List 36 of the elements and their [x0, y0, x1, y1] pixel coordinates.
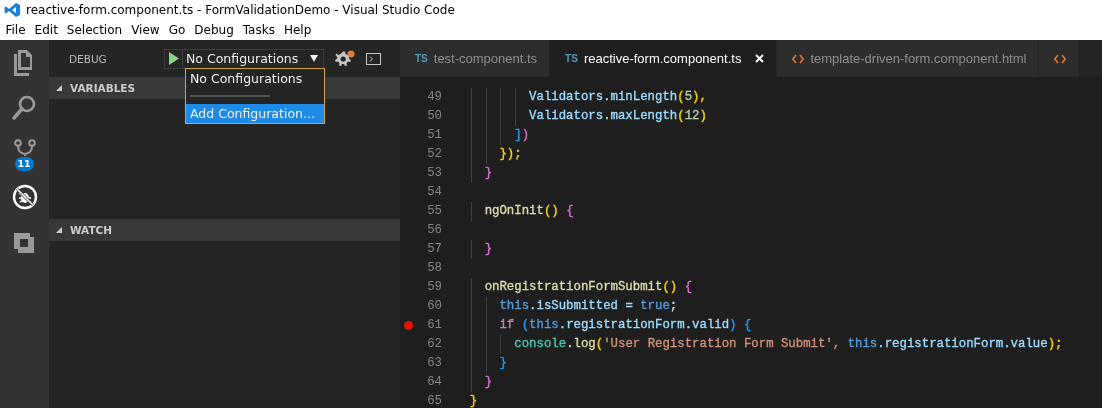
line-number: 59: [426, 279, 442, 296]
line-number: 56: [426, 222, 442, 239]
panel-title: DEBUG: [69, 52, 108, 65]
line-number: 53: [426, 165, 442, 182]
file-type-label: TS: [415, 53, 428, 64]
code-line: }: [483, 241, 493, 258]
line-number: 63: [426, 355, 442, 372]
code-line: }: [468, 393, 478, 408]
line-number: 62: [426, 336, 442, 353]
line-number: 55: [426, 203, 442, 220]
line-number: 65: [426, 393, 442, 408]
code-line: Validators.minLength(5),: [528, 89, 707, 106]
code-line: }: [483, 374, 493, 391]
notification-badge: 11: [14, 157, 34, 171]
code-line: Validators.maxLength(12): [528, 108, 707, 125]
line-number: 57: [426, 241, 442, 258]
code-line: onRegistrationFormSubmit() {: [483, 279, 693, 296]
code-line: if (this.registrationForm.valid) {: [498, 317, 752, 334]
code-line: this.isSubmitted = true;: [498, 298, 678, 315]
line-number: 64: [426, 374, 442, 391]
code-line: }: [498, 355, 507, 372]
file-type-label: TS: [565, 53, 578, 64]
line-number: 61: [426, 317, 442, 334]
line-number: 58: [426, 260, 442, 277]
window-title: reactive-form.component.ts - FormValidationDemo - Visual Studio Code: [26, 3, 455, 17]
line-number: 60: [426, 298, 442, 315]
line-number: 51: [426, 127, 442, 144]
code-line: });: [498, 146, 522, 163]
line-number: 54: [426, 184, 442, 201]
code-line: console.log('User Registration Form Submit', this.registrationForm.value);: [513, 336, 1063, 353]
code-line: ]): [513, 127, 530, 144]
line-number: 52: [426, 146, 442, 163]
line-number: 50: [426, 108, 442, 125]
code-line: }: [483, 165, 493, 182]
line-number: 49: [426, 89, 442, 106]
code-line: ngOnInit() {: [483, 203, 574, 220]
